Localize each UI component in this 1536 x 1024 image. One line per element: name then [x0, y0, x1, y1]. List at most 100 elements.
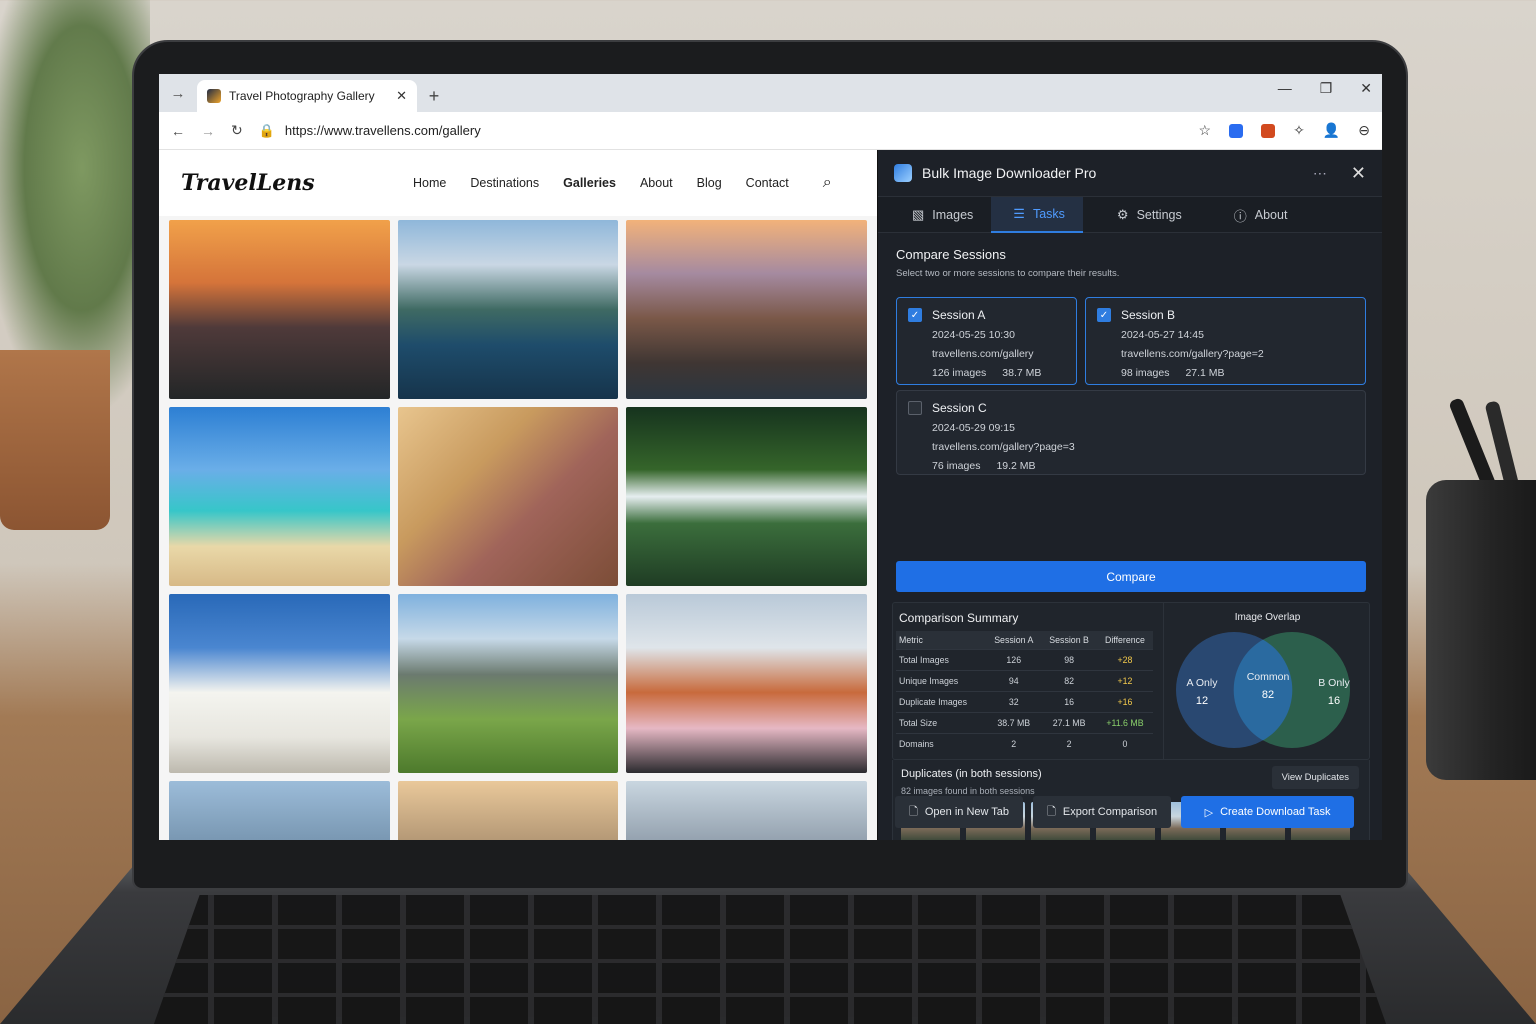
- extension-logo-icon: [894, 164, 912, 182]
- site-header: TravelLens Home Destinations Galleries A…: [159, 150, 877, 216]
- reload-icon[interactable]: ↻: [231, 122, 243, 139]
- web-page: TravelLens Home Destinations Galleries A…: [159, 150, 877, 840]
- document-icon: 🗋: [1047, 805, 1056, 818]
- tab-about[interactable]: ⓘ About: [1200, 197, 1306, 233]
- more-options-icon[interactable]: ⋯: [1313, 165, 1327, 182]
- col-header: Metric: [896, 631, 987, 650]
- extensions-puzzle-icon[interactable]: ✧: [1293, 122, 1305, 139]
- nav-about[interactable]: About: [640, 176, 673, 190]
- nav-home[interactable]: Home: [413, 176, 446, 190]
- photo-tropical-beach[interactable]: [169, 407, 390, 586]
- compare-button[interactable]: Compare: [896, 561, 1366, 592]
- new-tab-button[interactable]: +: [417, 80, 451, 112]
- address-bar: ← → ↻ 🔒 https://www.travellens.com/galle…: [159, 112, 1382, 150]
- search-icon[interactable]: ⌕: [823, 174, 832, 192]
- extension-panel: Bulk Image Downloader Pro ⋯ ✕ ▧ Images ☰…: [877, 150, 1382, 840]
- export-comparison-button[interactable]: 🗋 Export Comparison: [1033, 796, 1172, 828]
- restore-icon[interactable]: ❐: [1320, 80, 1333, 97]
- url-field[interactable]: 🔒 https://www.travellens.com/gallery: [259, 123, 1183, 139]
- session-date: 2024-05-25 10:30: [932, 329, 1015, 341]
- cell: 2: [1041, 733, 1097, 754]
- session-name: Session A: [932, 308, 986, 322]
- toolbar-extensions: ☆ ✧ 👤 ⊖: [1199, 122, 1370, 139]
- tab-search-arrow-icon[interactable]: →: [159, 74, 197, 112]
- a-only-label: A Only: [1187, 677, 1219, 689]
- open-in-new-tab-button[interactable]: 🗋 Open in New Tab: [895, 796, 1024, 828]
- cell: 82: [1041, 670, 1097, 692]
- common-label: Common: [1247, 671, 1290, 683]
- tab-settings[interactable]: ⚙ Settings: [1083, 197, 1200, 233]
- cell: 98: [1041, 649, 1097, 671]
- photo-santorini[interactable]: [169, 594, 390, 773]
- photo-alpine-valley[interactable]: [398, 594, 618, 773]
- extension-downloader-icon[interactable]: [1229, 123, 1244, 138]
- tab-close-icon[interactable]: ✕: [396, 88, 407, 104]
- menu-icon[interactable]: ⊖: [1358, 122, 1370, 139]
- tab-images[interactable]: ▧ Images: [878, 197, 991, 233]
- cell: 16: [1041, 691, 1097, 713]
- photo-sunset-hiker[interactable]: [169, 220, 390, 399]
- back-icon[interactable]: ←: [171, 123, 185, 139]
- cell: +16: [1096, 691, 1153, 713]
- cell: Total Size: [896, 712, 987, 734]
- tab-label: Settings: [1136, 208, 1182, 222]
- session-size: 38.7 MB: [1002, 367, 1042, 379]
- url-text: https://www.travellens.com/gallery: [284, 123, 481, 138]
- photo-mountain[interactable]: [169, 781, 390, 840]
- extension-red-icon[interactable]: [1261, 123, 1276, 138]
- nav-contact[interactable]: Contact: [746, 176, 789, 190]
- photo-city-mountains[interactable]: [626, 781, 867, 840]
- photo-waterfall[interactable]: [626, 407, 867, 586]
- image-icon: ▧: [912, 207, 925, 222]
- create-download-task-button[interactable]: ▷ Create Download Task: [1181, 796, 1355, 828]
- table-row: Domains 2 2 0: [896, 733, 1153, 754]
- info-icon: ⓘ: [1233, 208, 1247, 224]
- site-logo[interactable]: TravelLens: [181, 170, 411, 196]
- window-controls: — ❐ ✕: [1278, 80, 1372, 97]
- nav-galleries[interactable]: Galleries: [563, 176, 616, 190]
- extension-header: Bulk Image Downloader Pro ⋯ ✕: [878, 150, 1382, 197]
- view-duplicates-button[interactable]: View Duplicates: [1271, 766, 1359, 789]
- forward-icon[interactable]: →: [201, 123, 215, 139]
- close-window-icon[interactable]: ✕: [1360, 80, 1372, 97]
- duplicates-subtitle: 82 images found in both sessions: [901, 786, 1035, 796]
- button-label: Create Download Task: [1220, 806, 1331, 818]
- nav-destinations[interactable]: Destinations: [470, 176, 539, 190]
- action-bar: 🗋 Open in New Tab 🗋 Export Comparison ▷ …: [895, 796, 1355, 828]
- table-row: Total Images 126 98 +28: [896, 649, 1153, 671]
- nav-blog[interactable]: Blog: [697, 176, 722, 190]
- site-nav: Home Destinations Galleries About Blog C…: [413, 176, 789, 190]
- photo-cliffside-village[interactable]: [626, 220, 867, 399]
- plant-pot: [0, 350, 110, 530]
- button-label: Export Comparison: [1062, 806, 1158, 818]
- table-row: Duplicate Images 32 16 +16: [896, 691, 1153, 713]
- session-b-checkbox[interactable]: ✓: [1097, 308, 1111, 322]
- photo-city-skyline[interactable]: [398, 781, 618, 840]
- session-images: 126 images: [932, 367, 987, 379]
- close-panel-icon[interactable]: ✕: [1351, 163, 1366, 184]
- session-card-c[interactable]: Session C 2024-05-29 09:15 travellens.co…: [896, 390, 1366, 475]
- extension-title: Bulk Image Downloader Pro: [922, 165, 1097, 181]
- photo-mountain-lake-boat[interactable]: [398, 220, 618, 399]
- minimize-icon[interactable]: —: [1278, 80, 1292, 97]
- profile-icon[interactable]: 👤: [1323, 122, 1340, 139]
- photo-pagoda-fuji[interactable]: [626, 594, 867, 773]
- cell: 2: [986, 733, 1042, 754]
- col-header: Session B: [1041, 631, 1097, 650]
- session-url: travellens.com/gallery: [932, 348, 1034, 360]
- session-c-checkbox[interactable]: [908, 401, 922, 415]
- comparison-summary: Comparison Summary Metric Session A Sess…: [892, 602, 1370, 761]
- keyboard-rows: [150, 895, 1390, 1024]
- lock-icon: 🔒: [258, 122, 275, 138]
- bookmark-star-icon[interactable]: ☆: [1199, 122, 1212, 139]
- browser-tab[interactable]: Travel Photography Gallery ✕: [197, 80, 417, 112]
- cell: +28: [1096, 649, 1153, 671]
- favicon-icon: [207, 89, 221, 103]
- session-a-checkbox[interactable]: ✓: [908, 308, 922, 322]
- photo-grid: [169, 220, 867, 840]
- session-card-b[interactable]: ✓ Session B 2024-05-27 14:45 travellens.…: [1085, 297, 1366, 385]
- compare-sessions-title: Compare Sessions: [896, 247, 1006, 262]
- session-card-a[interactable]: ✓ Session A 2024-05-25 10:30 travellens.…: [896, 297, 1077, 385]
- tab-tasks[interactable]: ☰ Tasks: [991, 197, 1083, 233]
- photo-old-town-alley[interactable]: [398, 407, 618, 586]
